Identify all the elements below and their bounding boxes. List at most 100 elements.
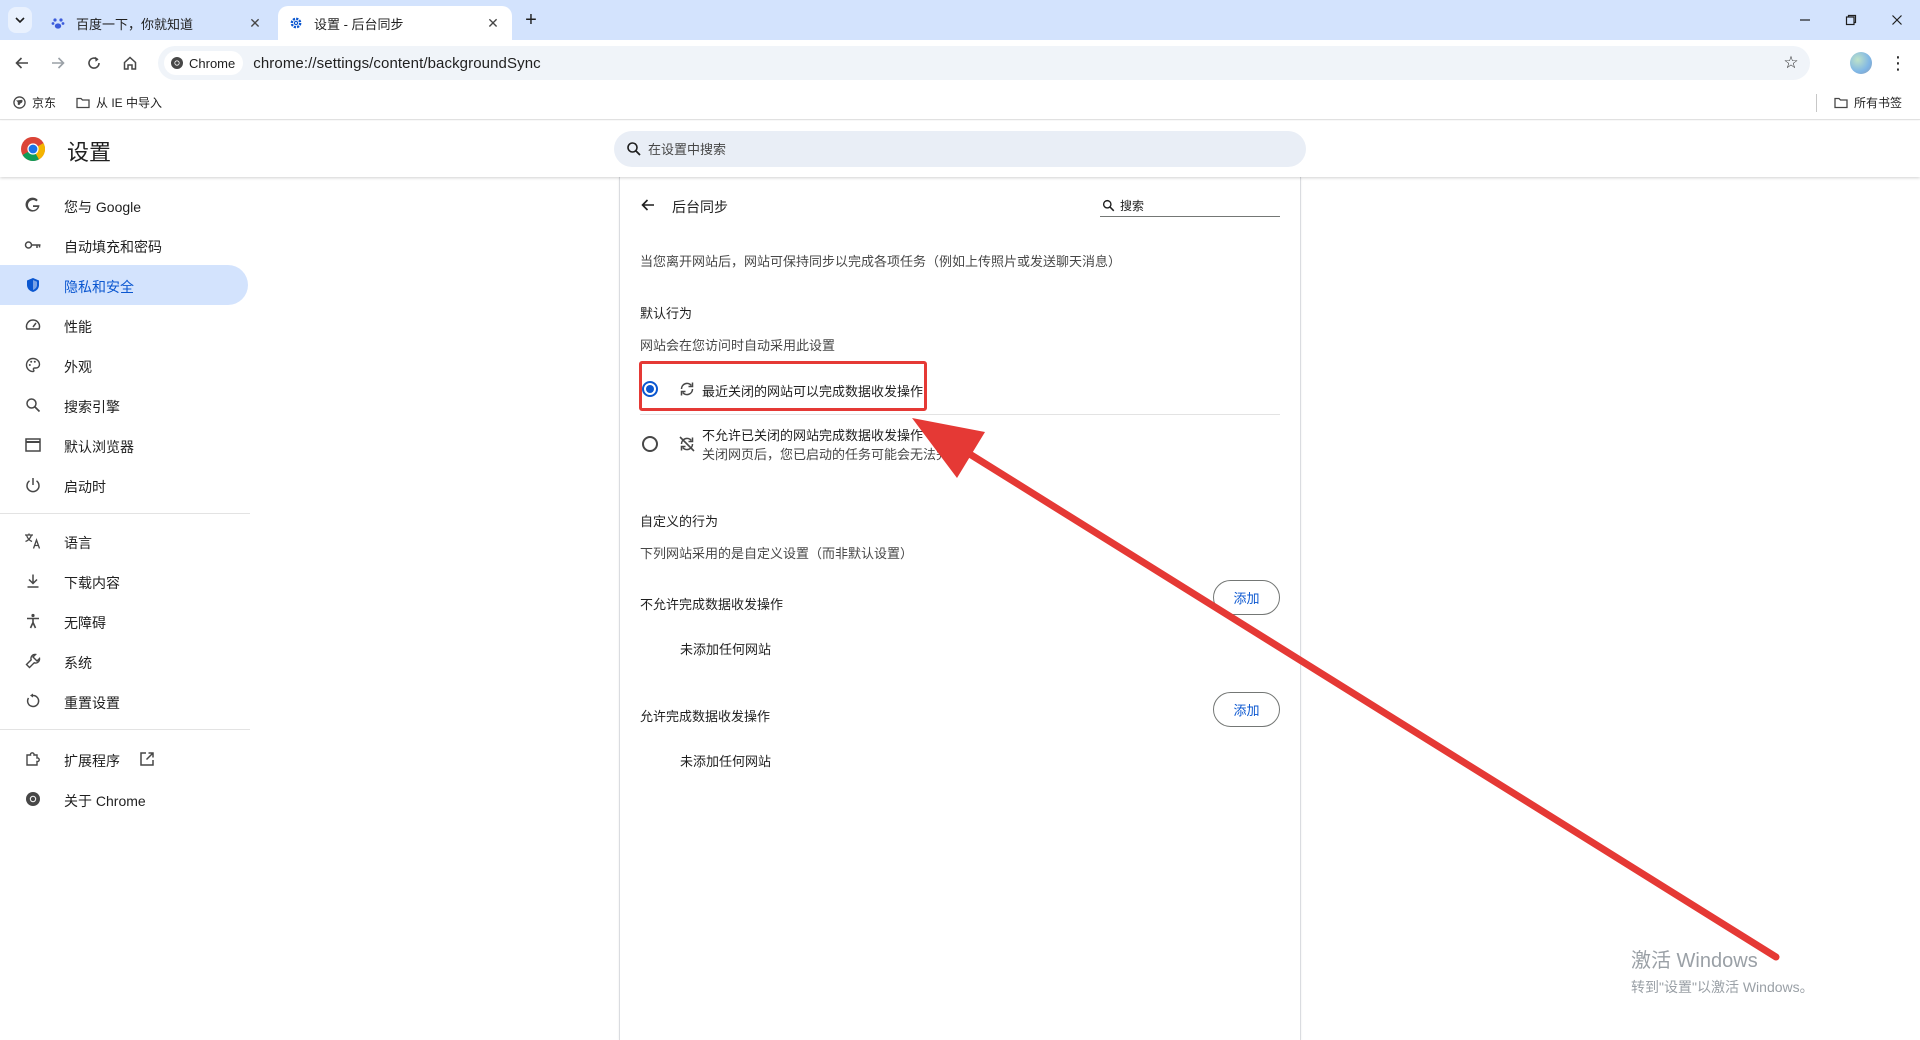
reset-icon <box>24 692 42 710</box>
annotation-highlight-box <box>639 361 927 411</box>
sidebar-item-appearance[interactable]: 外观 <box>0 345 248 385</box>
close-icon[interactable]: ✕ <box>246 14 264 32</box>
default-section-title: 默认行为 <box>640 306 693 321</box>
folder-icon <box>1834 96 1848 110</box>
all-bookmarks-button[interactable]: 所有书签 <box>1834 94 1902 111</box>
page-title: 后台同步 <box>672 199 728 215</box>
sidebar-item-languages[interactable]: 语言 <box>0 521 248 561</box>
gear-icon <box>288 15 304 31</box>
folder-icon <box>76 96 90 110</box>
profile-avatar[interactable] <box>1850 52 1872 74</box>
close-icon[interactable]: ✕ <box>484 14 502 32</box>
option-block-sync[interactable]: 不允许已关闭的网站完成数据收发操作 关闭网页后，您已启动的任务可能会无法完成 <box>640 415 1280 473</box>
sidebar-item-accessibility[interactable]: 无障碍 <box>0 601 248 641</box>
sidebar-item-extensions[interactable]: 扩展程序 <box>0 739 248 779</box>
sidebar-item-reset[interactable]: 重置设置 <box>0 681 248 721</box>
bookmark-star-icon[interactable]: ☆ <box>1780 52 1802 74</box>
address-bar[interactable]: Chrome chrome://settings/content/backgro… <box>158 46 1810 80</box>
key-icon <box>24 236 42 254</box>
close-window-icon[interactable] <box>1874 0 1920 40</box>
bookmarks-divider <box>1816 94 1817 112</box>
settings-header: 设置 <box>0 121 1920 177</box>
accessibility-icon <box>24 612 42 630</box>
windows-activation-watermark: 激活 Windows 转到"设置"以激活 Windows。 <box>1631 944 1814 997</box>
minimize-icon[interactable] <box>1782 0 1828 40</box>
more-vert-icon[interactable]: ⋮ <box>1888 50 1908 76</box>
bookmark-jd[interactable]: 京东 <box>12 94 56 111</box>
chrome-icon <box>171 57 183 69</box>
site-search[interactable] <box>1100 195 1280 217</box>
translate-icon <box>24 532 42 550</box>
allow-list-empty: 未添加任何网站 <box>680 754 772 769</box>
open-in-new-icon[interactable] <box>139 751 155 767</box>
sidebar-item-you-and-google[interactable]: 您与 Google <box>0 185 248 225</box>
chevron-down-icon <box>15 17 25 24</box>
sidebar-item-performance[interactable]: 性能 <box>0 305 248 345</box>
sidebar-item-default-browser[interactable]: 默认浏览器 <box>0 425 248 465</box>
settings-search-input[interactable] <box>648 141 1248 157</box>
custom-section-title: 自定义的行为 <box>640 514 719 529</box>
sidebar-item-about-chrome[interactable]: 关于 Chrome <box>0 779 248 819</box>
sidebar-item-autofill[interactable]: 自动填充和密码 <box>0 225 248 265</box>
home-icon[interactable] <box>118 51 142 75</box>
search-icon <box>24 396 42 414</box>
allow-list-title: 允许完成数据收发操作 <box>640 709 771 724</box>
card-header: 后台同步 <box>620 177 1300 233</box>
bookmark-import-ie[interactable]: 从 IE 中导入 <box>76 94 162 111</box>
site-info-chip[interactable]: Chrome <box>164 51 244 75</box>
baidu-paw-icon <box>50 15 66 31</box>
default-section-subtitle: 网站会在您访问时自动采用此设置 <box>640 338 836 353</box>
tab-baidu[interactable]: 百度一下，你就知道 ✕ <box>40 6 274 40</box>
search-icon <box>627 142 641 156</box>
bookmarks-bar: 京东 从 IE 中导入 所有书签 <box>0 86 1920 120</box>
speedometer-icon <box>24 316 42 334</box>
block-list-title: 不允许完成数据收发操作 <box>640 597 784 612</box>
tab-strip: 百度一下，你就知道 ✕ 设置 - 后台同步 ✕ + <box>0 0 1920 40</box>
add-blocked-site-button[interactable]: 添加 <box>1213 580 1280 615</box>
sidebar-item-downloads[interactable]: 下载内容 <box>0 561 248 601</box>
radio-block-sync[interactable] <box>642 436 658 452</box>
settings-search[interactable] <box>614 131 1306 167</box>
sidebar-item-on-startup[interactable]: 启动时 <box>0 465 248 505</box>
search-icon <box>1102 199 1115 212</box>
reload-icon[interactable] <box>82 51 106 75</box>
palette-icon <box>24 356 42 374</box>
tab-title: 设置 - 后台同步 <box>314 16 404 32</box>
sidebar-item-privacy[interactable]: 隐私和安全 <box>0 265 248 305</box>
forward-icon[interactable] <box>46 51 70 75</box>
option-label: 不允许已关闭的网站完成数据收发操作 <box>702 428 924 443</box>
page-description: 当您离开网站后，网站可保持同步以完成各项任务（例如上传照片或发送聊天消息） <box>640 254 1122 269</box>
sidebar-divider <box>0 513 250 514</box>
toolbar: Chrome chrome://settings/content/backgro… <box>0 40 1920 86</box>
back-icon[interactable] <box>10 51 34 75</box>
add-allowed-site-button[interactable]: 添加 <box>1213 692 1280 727</box>
option-sublabel: 关闭网页后，您已启动的任务可能会无法完成 <box>702 447 963 462</box>
sync-disabled-icon <box>679 436 695 452</box>
url-text[interactable]: chrome://settings/content/backgroundSync <box>253 55 541 72</box>
tab-search-button[interactable] <box>8 7 32 33</box>
sidebar-item-system[interactable]: 系统 <box>0 641 248 681</box>
back-arrow-icon[interactable] <box>638 195 658 215</box>
wrench-icon <box>24 652 42 670</box>
chrome-logo-icon <box>21 136 46 162</box>
power-icon <box>24 476 42 494</box>
watermark-line2: 转到"设置"以激活 Windows。 <box>1631 979 1814 995</box>
watermark-line1: 激活 Windows <box>1631 950 1758 972</box>
sidebar-item-search-engine[interactable]: 搜索引擎 <box>0 385 248 425</box>
sidebar-divider <box>0 729 250 730</box>
chip-label: Chrome <box>189 55 236 71</box>
settings-sidebar: 您与 Google 自动填充和密码 隐私和安全 性能 外观 搜索引擎 默认浏览器… <box>0 177 260 1040</box>
tab-settings[interactable]: 设置 - 后台同步 ✕ <box>278 6 512 40</box>
settings-title: 设置 <box>67 140 112 165</box>
globe-icon <box>12 96 26 110</box>
site-search-input[interactable] <box>1120 198 1270 213</box>
browser-window: 百度一下，你就知道 ✕ 设置 - 后台同步 ✕ + Chrome chrome:… <box>0 0 1920 1040</box>
tab-title: 百度一下，你就知道 <box>76 16 194 32</box>
browser-window-icon <box>24 436 42 454</box>
google-g-icon <box>24 196 42 214</box>
background-sync-card: 后台同步 当您离开网站后，网站可保持同步以完成各项任务（例如上传照片或发送聊天消… <box>619 177 1301 1040</box>
custom-section-subtitle: 下列网站采用的是自定义设置（而非默认设置） <box>640 546 914 561</box>
block-list-empty: 未添加任何网站 <box>680 642 772 657</box>
restore-icon[interactable] <box>1828 0 1874 40</box>
new-tab-plus-icon[interactable]: + <box>520 9 542 31</box>
